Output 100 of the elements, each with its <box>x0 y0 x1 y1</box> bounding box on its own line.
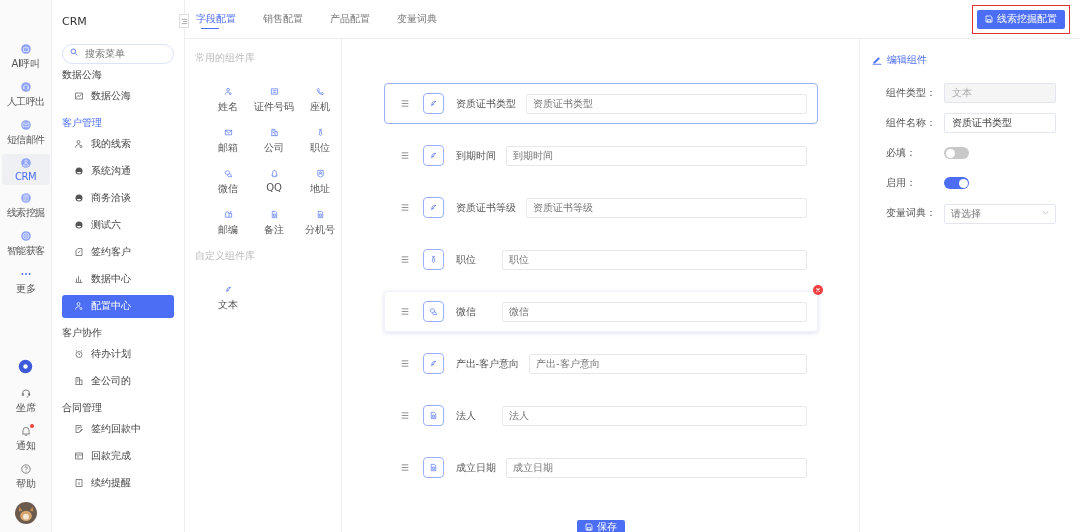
menu-item[interactable]: 数据中心 <box>62 267 174 291</box>
rail-item[interactable]: 坐席 <box>1 384 50 418</box>
drag-handle-icon[interactable] <box>400 360 409 367</box>
user-icon <box>223 87 233 96</box>
menu-item[interactable]: 签约客户 <box>62 240 174 264</box>
menu-item[interactable]: 签约回款中 <box>62 417 174 441</box>
usergear-icon <box>74 301 84 311</box>
tie-icon <box>428 255 438 264</box>
component-item[interactable]: 公司 <box>251 128 297 155</box>
collapse-button[interactable] <box>179 14 189 28</box>
drag-handle-icon[interactable] <box>400 256 409 263</box>
form-label: 必填： <box>886 146 917 160</box>
menu-group-label: 合同管理 <box>62 400 102 415</box>
close-icon <box>813 286 822 294</box>
pencil-icon <box>872 55 882 65</box>
form-label: 组件类型： <box>886 86 937 100</box>
save-button[interactable]: 保存 <box>576 520 625 532</box>
card-icon <box>74 451 84 461</box>
tab[interactable]: 变量词典 <box>396 0 463 38</box>
input-field[interactable]: 资质证书类型 <box>944 113 1056 133</box>
component-item[interactable]: 邮编 <box>205 210 251 237</box>
drag-handle-icon[interactable] <box>400 204 409 211</box>
menu-item[interactable]: 配置中心 <box>62 294 174 318</box>
rail-item[interactable]: 人工呼出 <box>1 78 50 112</box>
menu-item[interactable]: 回款完成 <box>62 444 174 468</box>
input-field[interactable]: 微信 <box>501 301 807 322</box>
field-label: 到期时间 <box>455 148 496 163</box>
pin-icon <box>315 169 325 178</box>
select-field[interactable]: 请选择 <box>944 203 1056 224</box>
component-item[interactable]: 证件号码 <box>251 87 297 114</box>
config-button[interactable]: 线索挖掘配置 <box>977 9 1065 29</box>
person-icon <box>19 157 32 169</box>
input-field[interactable]: 产出-客户意向 <box>529 353 807 374</box>
component-item[interactable]: 地址 <box>297 169 343 196</box>
rail-item[interactable]: 线索挖掘 <box>1 189 50 223</box>
component-item[interactable]: 文本 <box>205 285 251 312</box>
rail-item[interactable]: 帮助 <box>1 460 50 494</box>
menu-item[interactable]: 我的线索 <box>62 132 174 156</box>
menu-item[interactable]: 全公司的 <box>62 369 174 393</box>
input-field[interactable]: 资质证书类型 <box>525 93 807 114</box>
component-item[interactable]: 职位 <box>297 128 343 155</box>
circle-icon <box>74 220 84 230</box>
menu-item[interactable]: 数据公海 <box>62 84 174 108</box>
drag-handle-icon[interactable] <box>400 464 409 471</box>
edit-icon <box>74 424 84 434</box>
logo-icon <box>18 359 33 374</box>
drag-handle-icon[interactable] <box>400 152 409 159</box>
menu-item[interactable]: 续约提醒 <box>62 471 174 495</box>
bars-icon <box>74 274 84 284</box>
component-item[interactable]: 姓名 <box>205 87 251 114</box>
rail-item[interactable]: 短信邮件 <box>1 116 50 150</box>
save-icon <box>584 523 593 531</box>
drag-handle-icon[interactable] <box>400 100 409 107</box>
component-item[interactable]: 邮箱 <box>205 128 251 155</box>
rail-item[interactable]: 通知 <box>1 422 50 456</box>
feather-icon <box>223 285 233 294</box>
feather-icon <box>428 99 438 108</box>
chat-icon <box>428 307 438 316</box>
input-field[interactable]: 职位 <box>501 249 807 270</box>
search-field[interactable]: 搜索菜单 <box>62 43 174 64</box>
menu-item[interactable]: 待办计划 <box>62 342 174 366</box>
input-field[interactable]: 法人 <box>501 405 807 426</box>
tab[interactable]: 销售配置 <box>262 0 329 38</box>
menu-group-label: 数据公海 <box>62 67 102 82</box>
help-icon <box>19 463 32 475</box>
input-field[interactable]: 资质证书等级 <box>525 197 807 218</box>
component-item[interactable]: 备注 <box>251 210 297 237</box>
field-label: 职位 <box>455 252 477 267</box>
rail-item[interactable]: CRM <box>1 154 50 185</box>
rail-item[interactable]: 智能获客 <box>1 227 50 261</box>
menu-item[interactable]: 系统沟通 <box>62 159 174 183</box>
chevron-down-icon <box>1042 210 1049 216</box>
menu-item[interactable]: 商务洽谈 <box>62 186 174 210</box>
component-item[interactable]: 微信 <box>205 169 251 196</box>
field-label: 成立日期 <box>455 460 496 475</box>
drag-handle-icon[interactable] <box>400 412 409 419</box>
delete-button[interactable] <box>812 285 823 295</box>
save-icon <box>985 15 993 23</box>
toggle-switch[interactable] <box>944 177 969 189</box>
rail-item[interactable]: 更多 <box>1 265 50 299</box>
form-label: 启用： <box>886 176 917 190</box>
tab[interactable]: 字段配置 <box>195 0 262 38</box>
component-item[interactable]: 座机 <box>297 87 343 114</box>
toggle-switch[interactable] <box>944 147 969 159</box>
phone-icon <box>315 87 325 96</box>
rail-item[interactable]: AI呼叫 <box>1 40 50 74</box>
component-item[interactable]: QQ <box>251 169 297 196</box>
component-item[interactable]: 分机号 <box>297 210 343 237</box>
feather-icon <box>428 359 438 368</box>
building-icon <box>269 128 279 137</box>
mail-icon <box>223 128 233 137</box>
menu-item[interactable]: 测试六 <box>62 213 174 237</box>
input-field[interactable]: 到期时间 <box>505 145 807 166</box>
user-icon <box>74 139 84 149</box>
chart-icon <box>74 91 84 101</box>
drag-handle-icon[interactable] <box>400 308 409 315</box>
field-label: 法人 <box>455 408 477 423</box>
circle-icon <box>74 166 84 176</box>
input-field[interactable]: 成立日期 <box>505 457 807 478</box>
tab[interactable]: 产品配置 <box>329 0 396 38</box>
